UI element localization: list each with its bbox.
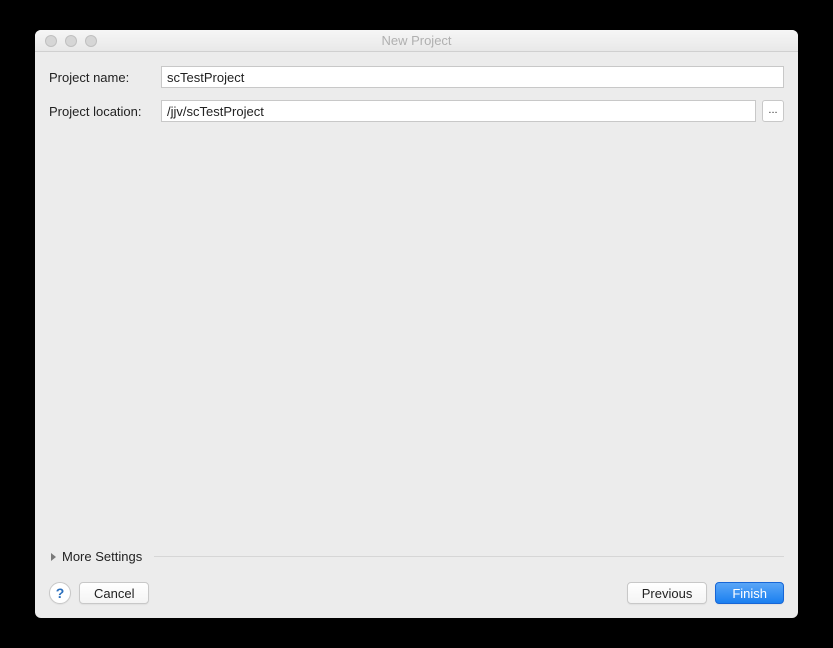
- more-settings-toggle[interactable]: More Settings: [49, 543, 784, 570]
- dialog-content: Project name: Project location: ... More…: [35, 52, 798, 570]
- project-location-row: Project location: ...: [49, 100, 784, 122]
- traffic-lights: [35, 35, 97, 47]
- minimize-window-icon[interactable]: [65, 35, 77, 47]
- browse-button[interactable]: ...: [762, 100, 784, 122]
- project-name-row: Project name:: [49, 66, 784, 88]
- close-window-icon[interactable]: [45, 35, 57, 47]
- window-title: New Project: [35, 33, 798, 48]
- project-location-input[interactable]: [161, 100, 756, 122]
- project-name-input[interactable]: [161, 66, 784, 88]
- previous-button[interactable]: Previous: [627, 582, 708, 604]
- project-location-label: Project location:: [49, 104, 155, 119]
- finish-button[interactable]: Finish: [715, 582, 784, 604]
- cancel-button[interactable]: Cancel: [79, 582, 149, 604]
- content-spacer: [49, 134, 784, 543]
- new-project-window: New Project Project name: Project locati…: [35, 30, 798, 618]
- project-name-label: Project name:: [49, 70, 155, 85]
- more-settings-label: More Settings: [62, 549, 142, 564]
- maximize-window-icon[interactable]: [85, 35, 97, 47]
- help-button[interactable]: ?: [49, 582, 71, 604]
- dialog-footer: ? Cancel Previous Finish: [35, 570, 798, 618]
- chevron-right-icon: [51, 553, 56, 561]
- titlebar[interactable]: New Project: [35, 30, 798, 52]
- divider-line: [154, 556, 784, 557]
